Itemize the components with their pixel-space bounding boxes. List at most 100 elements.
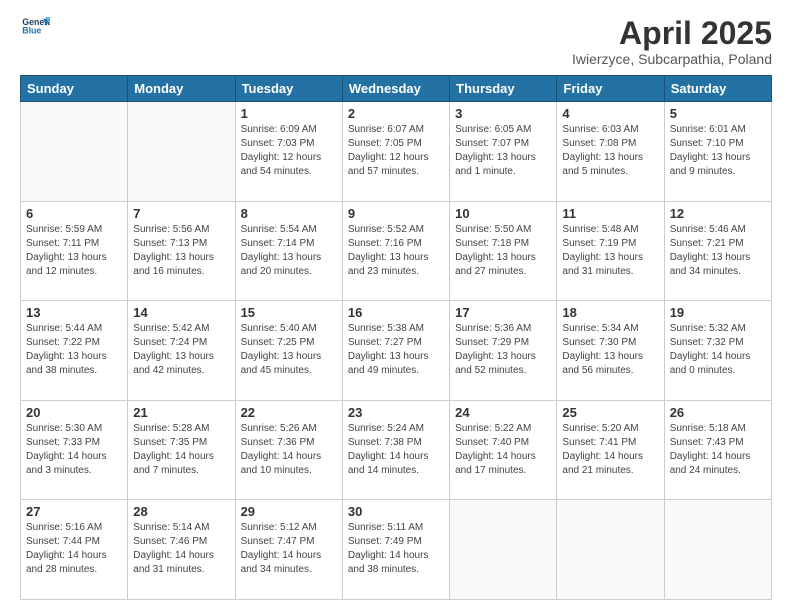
- day-number: 10: [455, 206, 551, 221]
- day-info: Sunrise: 5:18 AM Sunset: 7:43 PM Dayligh…: [670, 422, 766, 478]
- day-number: 26: [670, 405, 766, 420]
- calendar-cell: 18 Sunrise: 5:34 AM Sunset: 7:30 PM Dayli…: [557, 301, 664, 401]
- calendar-cell: 14Sunrise: 5:42 AM Sunset: 7:24 PM Dayli…: [128, 301, 235, 401]
- page-header: General Blue April 2025 Iwierzyce, Subca…: [20, 16, 772, 67]
- day-number: 21: [133, 405, 229, 420]
- header-sunday: Sunday: [21, 76, 128, 102]
- day-info: Sunrise: 5:12 AM Sunset: 7:47 PM Dayligh…: [241, 521, 337, 577]
- day-info: Sunrise: 6:07 AM Sunset: 7:05 PM Dayligh…: [348, 123, 444, 179]
- day-info: Sunrise: 5:52 AM Sunset: 7:16 PM Dayligh…: [348, 223, 444, 279]
- day-number: 16: [348, 305, 444, 320]
- day-info: Sunrise: 5:16 AM Sunset: 7:44 PM Dayligh…: [26, 521, 122, 577]
- day-number: 5: [670, 106, 766, 121]
- day-info: Sunrise: 6:03 AM Sunset: 7:08 PM Dayligh…: [562, 123, 658, 179]
- day-number: 7: [133, 206, 229, 221]
- day-info: Sunrise: 5:44 AM Sunset: 7:22 PM Dayligh…: [26, 322, 122, 378]
- header-thursday: Thursday: [450, 76, 557, 102]
- calendar-cell: 27 Sunrise: 5:16 AM Sunset: 7:44 PM Dayli…: [21, 500, 128, 600]
- day-number: 19: [670, 305, 766, 320]
- calendar-cell: 4Sunrise: 6:03 AM Sunset: 7:08 PM Daylig…: [557, 102, 664, 202]
- day-info: Sunrise: 5:32 AM Sunset: 7:32 PM Dayligh…: [670, 322, 766, 378]
- calendar-cell: 26 Sunrise: 5:18 AM Sunset: 7:43 PM Dayli…: [664, 400, 771, 500]
- day-number: 28: [133, 504, 229, 519]
- week-row-2: 6Sunrise: 5:59 AM Sunset: 7:11 PM Daylig…: [21, 201, 772, 301]
- day-info: Sunrise: 6:01 AM Sunset: 7:10 PM Dayligh…: [670, 123, 766, 179]
- calendar-cell: [557, 500, 664, 600]
- month-title: April 2025: [572, 16, 772, 51]
- header-saturday: Saturday: [664, 76, 771, 102]
- day-info: Sunrise: 5:22 AM Sunset: 7:40 PM Dayligh…: [455, 422, 551, 478]
- day-number: 22: [241, 405, 337, 420]
- svg-text:Blue: Blue: [22, 26, 41, 36]
- calendar-cell: 3 Sunrise: 6:05 AM Sunset: 7:07 PM Daylig…: [450, 102, 557, 202]
- day-info: Sunrise: 5:48 AM Sunset: 7:19 PM Dayligh…: [562, 223, 658, 279]
- logo: General Blue: [20, 16, 50, 38]
- day-number: 13: [26, 305, 122, 320]
- day-info: Sunrise: 5:56 AM Sunset: 7:13 PM Dayligh…: [133, 223, 229, 279]
- day-number: 20: [26, 405, 122, 420]
- day-info: Sunrise: 5:40 AM Sunset: 7:25 PM Dayligh…: [241, 322, 337, 378]
- day-info: Sunrise: 5:50 AM Sunset: 7:18 PM Dayligh…: [455, 223, 551, 279]
- calendar-cell: 5 Sunrise: 6:01 AM Sunset: 7:10 PM Daylig…: [664, 102, 771, 202]
- day-info: Sunrise: 5:28 AM Sunset: 7:35 PM Dayligh…: [133, 422, 229, 478]
- day-number: 8: [241, 206, 337, 221]
- week-row-3: 13 Sunrise: 5:44 AM Sunset: 7:22 PM Dayli…: [21, 301, 772, 401]
- calendar-cell: [21, 102, 128, 202]
- day-info: Sunrise: 5:14 AM Sunset: 7:46 PM Dayligh…: [133, 521, 229, 577]
- calendar-cell: 29Sunrise: 5:12 AM Sunset: 7:47 PM Dayli…: [235, 500, 342, 600]
- day-number: 25: [562, 405, 658, 420]
- calendar-cell: [664, 500, 771, 600]
- day-info: Sunrise: 6:05 AM Sunset: 7:07 PM Dayligh…: [455, 123, 551, 179]
- calendar-cell: 1 Sunrise: 6:09 AM Sunset: 7:03 PM Daylig…: [235, 102, 342, 202]
- calendar-cell: 7 Sunrise: 5:56 AM Sunset: 7:13 PM Daylig…: [128, 201, 235, 301]
- day-info: Sunrise: 5:24 AM Sunset: 7:38 PM Dayligh…: [348, 422, 444, 478]
- header-wednesday: Wednesday: [342, 76, 449, 102]
- day-number: 23: [348, 405, 444, 420]
- day-number: 2: [348, 106, 444, 121]
- week-row-4: 20Sunrise: 5:30 AM Sunset: 7:33 PM Dayli…: [21, 400, 772, 500]
- week-row-5: 27 Sunrise: 5:16 AM Sunset: 7:44 PM Dayli…: [21, 500, 772, 600]
- day-number: 3: [455, 106, 551, 121]
- calendar-cell: 17Sunrise: 5:36 AM Sunset: 7:29 PM Dayli…: [450, 301, 557, 401]
- calendar-cell: 22 Sunrise: 5:26 AM Sunset: 7:36 PM Dayli…: [235, 400, 342, 500]
- day-info: Sunrise: 5:26 AM Sunset: 7:36 PM Dayligh…: [241, 422, 337, 478]
- calendar-cell: 25Sunrise: 5:20 AM Sunset: 7:41 PM Dayli…: [557, 400, 664, 500]
- header-tuesday: Tuesday: [235, 76, 342, 102]
- calendar-cell: 28 Sunrise: 5:14 AM Sunset: 7:46 PM Dayli…: [128, 500, 235, 600]
- calendar-cell: 23 Sunrise: 5:24 AM Sunset: 7:38 PM Dayli…: [342, 400, 449, 500]
- calendar-cell: 30 Sunrise: 5:11 AM Sunset: 7:49 PM Dayli…: [342, 500, 449, 600]
- day-info: Sunrise: 5:59 AM Sunset: 7:11 PM Dayligh…: [26, 223, 122, 279]
- header-friday: Friday: [557, 76, 664, 102]
- calendar-cell: 15 Sunrise: 5:40 AM Sunset: 7:25 PM Dayli…: [235, 301, 342, 401]
- week-row-1: 1 Sunrise: 6:09 AM Sunset: 7:03 PM Daylig…: [21, 102, 772, 202]
- calendar-cell: 2 Sunrise: 6:07 AM Sunset: 7:05 PM Daylig…: [342, 102, 449, 202]
- day-number: 9: [348, 206, 444, 221]
- day-number: 18: [562, 305, 658, 320]
- calendar-cell: 12 Sunrise: 5:46 AM Sunset: 7:21 PM Dayli…: [664, 201, 771, 301]
- calendar-cell: 8 Sunrise: 5:54 AM Sunset: 7:14 PM Daylig…: [235, 201, 342, 301]
- calendar-cell: [450, 500, 557, 600]
- day-number: 12: [670, 206, 766, 221]
- calendar-cell: [128, 102, 235, 202]
- day-number: 27: [26, 504, 122, 519]
- day-number: 15: [241, 305, 337, 320]
- calendar-cell: 24 Sunrise: 5:22 AM Sunset: 7:40 PM Dayli…: [450, 400, 557, 500]
- calendar-table: Sunday Monday Tuesday Wednesday Thursday…: [20, 75, 772, 600]
- day-info: Sunrise: 5:34 AM Sunset: 7:30 PM Dayligh…: [562, 322, 658, 378]
- day-info: Sunrise: 5:11 AM Sunset: 7:49 PM Dayligh…: [348, 521, 444, 577]
- day-info: Sunrise: 5:46 AM Sunset: 7:21 PM Dayligh…: [670, 223, 766, 279]
- calendar-cell: 20Sunrise: 5:30 AM Sunset: 7:33 PM Dayli…: [21, 400, 128, 500]
- day-info: Sunrise: 5:54 AM Sunset: 7:14 PM Dayligh…: [241, 223, 337, 279]
- day-number: 24: [455, 405, 551, 420]
- day-info: Sunrise: 6:09 AM Sunset: 7:03 PM Dayligh…: [241, 123, 337, 179]
- logo-icon: General Blue: [22, 16, 50, 38]
- calendar-header-row: Sunday Monday Tuesday Wednesday Thursday…: [21, 76, 772, 102]
- day-number: 17: [455, 305, 551, 320]
- calendar-cell: 13 Sunrise: 5:44 AM Sunset: 7:22 PM Dayli…: [21, 301, 128, 401]
- day-info: Sunrise: 5:38 AM Sunset: 7:27 PM Dayligh…: [348, 322, 444, 378]
- day-number: 14: [133, 305, 229, 320]
- calendar-cell: 21 Sunrise: 5:28 AM Sunset: 7:35 PM Dayli…: [128, 400, 235, 500]
- day-number: 30: [348, 504, 444, 519]
- day-number: 1: [241, 106, 337, 121]
- calendar-cell: 6Sunrise: 5:59 AM Sunset: 7:11 PM Daylig…: [21, 201, 128, 301]
